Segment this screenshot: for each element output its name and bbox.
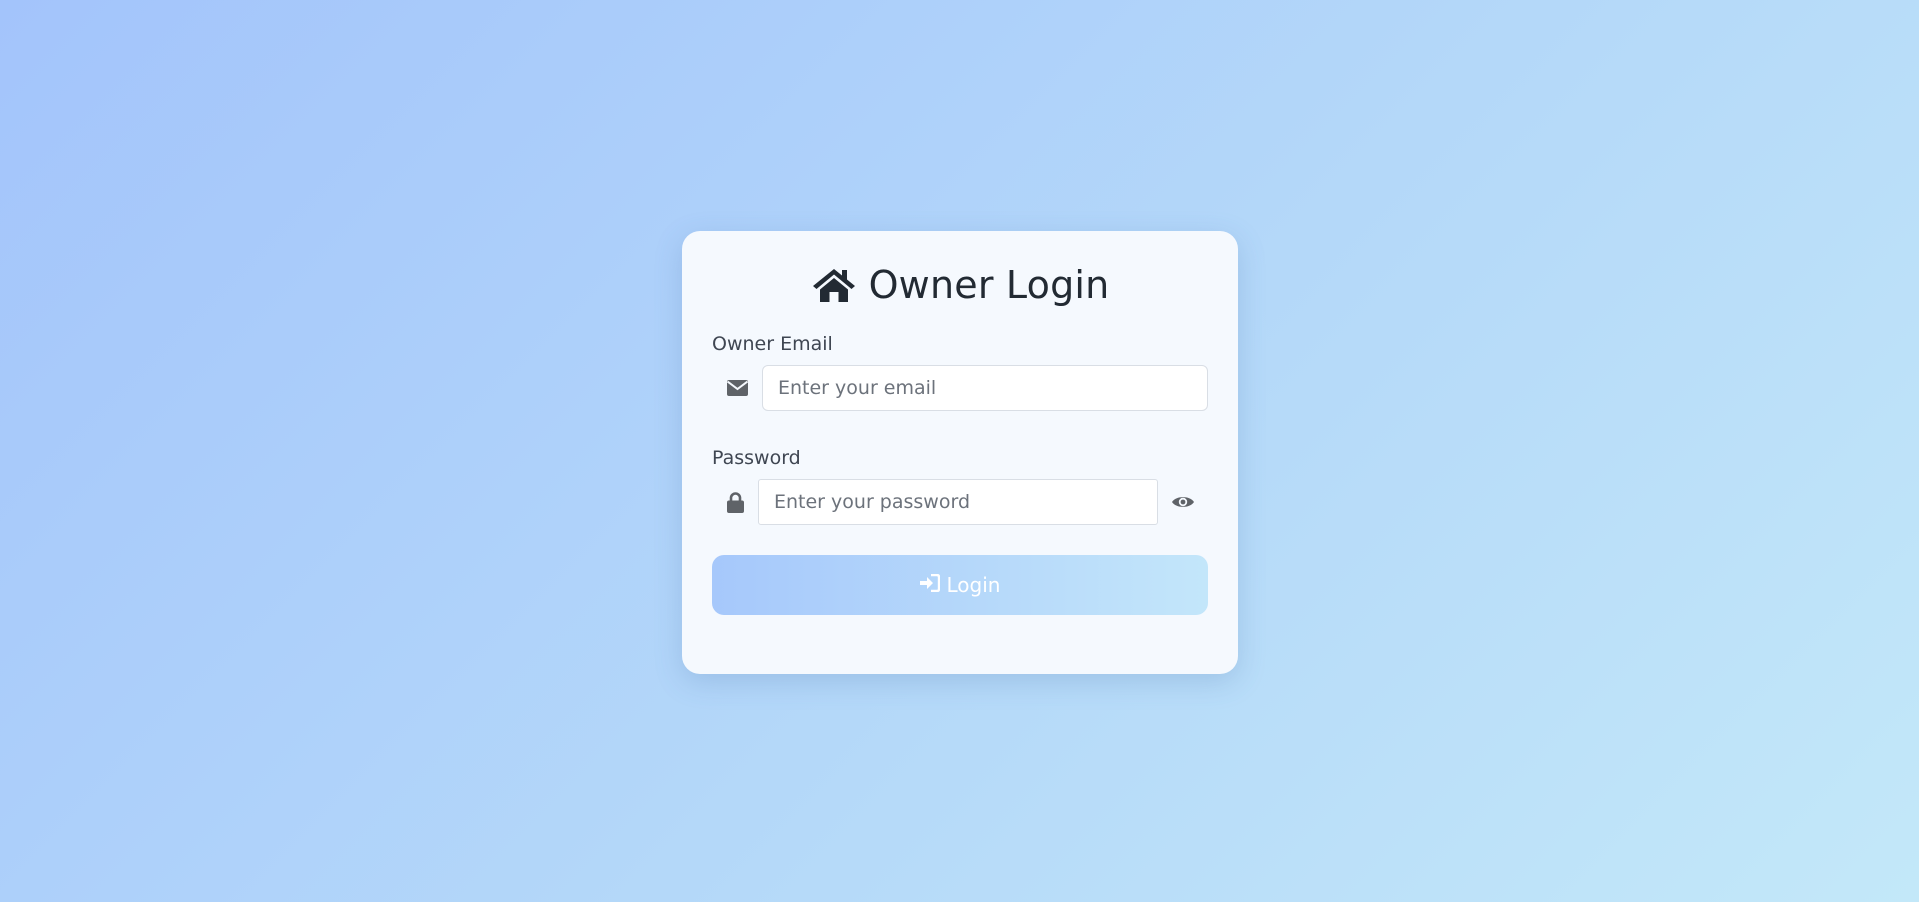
password-field[interactable]: [758, 479, 1158, 525]
sign-in-icon: [919, 573, 940, 597]
password-field-row: [712, 479, 1208, 525]
home-icon: [811, 266, 857, 304]
login-header: Owner Login: [712, 261, 1208, 309]
login-button-label: Login: [946, 573, 1001, 597]
email-field-row: [712, 365, 1208, 411]
page-title: Owner Login: [868, 263, 1110, 307]
email-field[interactable]: [762, 365, 1208, 411]
envelope-icon: [712, 380, 762, 396]
login-button[interactable]: Login: [712, 555, 1208, 615]
eye-icon[interactable]: [1158, 494, 1208, 510]
email-label: Owner Email: [712, 333, 833, 355]
login-card: Owner Login Owner Email Password: [682, 231, 1238, 674]
lock-icon: [712, 491, 758, 513]
password-label: Password: [712, 447, 801, 469]
